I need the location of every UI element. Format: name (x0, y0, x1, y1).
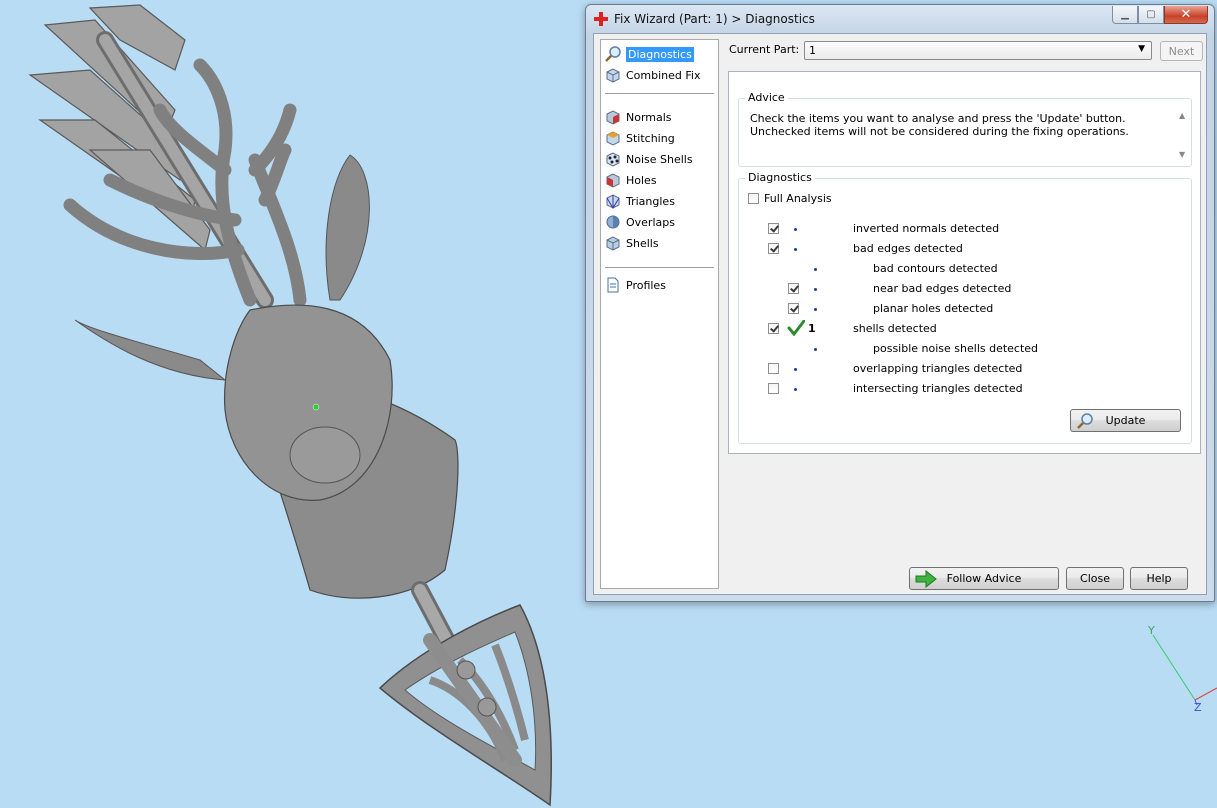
status-dot (814, 348, 817, 351)
arrow-right-icon (915, 570, 937, 588)
status-dot (794, 388, 797, 391)
diag-row-label: intersecting triangles detected (853, 382, 1023, 395)
nav-item-label: Profiles (626, 278, 666, 292)
status-dot (814, 268, 817, 271)
update-label: Update (1105, 414, 1146, 427)
full-analysis-checkbox[interactable] (748, 193, 759, 204)
close-label: Close (1080, 572, 1110, 585)
current-part-select[interactable]: 1 ▼ (804, 41, 1152, 60)
checkmark-ok-icon (787, 320, 805, 336)
next-button[interactable]: Next (1160, 41, 1203, 61)
diagnostics-group: Diagnostics Full Analysis inverted norma… (738, 171, 1192, 444)
nav-item-combined-fix[interactable]: Combined Fix (604, 65, 716, 85)
minimize-button[interactable]: ▁ (1112, 6, 1138, 24)
near-bad-edges-checkbox[interactable] (788, 283, 799, 294)
z-axis-label: Z (1194, 701, 1202, 714)
nav-item-label: Combined Fix (626, 68, 701, 82)
intersecting-triangles-checkbox[interactable] (768, 383, 779, 394)
magnifier-icon (1077, 413, 1093, 429)
update-button[interactable]: Update (1070, 409, 1181, 432)
status-dot (794, 368, 797, 371)
nav-item-label: Triangles (626, 194, 675, 208)
advice-title: Advice (745, 91, 788, 104)
shells-count: 1 (808, 322, 816, 335)
nav-item-diagnostics[interactable]: Diagnostics (604, 44, 716, 64)
minimize-icon: ▁ (1121, 9, 1129, 20)
fix-wizard-window: Fix Wizard (Part: 1) > Diagnostics ▁ ▢ ✕… (585, 4, 1215, 602)
nav-item-label: Holes (626, 173, 657, 187)
diag-row-label: bad contours detected (873, 262, 998, 275)
diag-row-label: overlapping triangles detected (853, 362, 1023, 375)
overlapping-triangles-checkbox[interactable] (768, 363, 779, 374)
stitching-cube-icon (604, 129, 622, 147)
overlaps-icon (604, 213, 622, 231)
nav-item-stitching[interactable]: Stitching (604, 128, 716, 148)
nav-item-label: Normals (626, 110, 672, 124)
nav-item-profiles[interactable]: Profiles (604, 275, 716, 295)
triangles-cube-icon (604, 192, 622, 210)
nav-item-label: Overlaps (626, 215, 675, 229)
diag-row-label: near bad edges detected (873, 282, 1012, 295)
holes-cube-icon (604, 171, 622, 189)
nav-divider (605, 267, 714, 268)
follow-advice-label: Follow Advice (946, 572, 1022, 585)
nav-divider (605, 93, 714, 94)
status-dot (794, 228, 797, 231)
scroll-down-icon: ▼ (1179, 150, 1186, 159)
advice-group: Advice Check the items you want to analy… (738, 91, 1192, 167)
follow-advice-button[interactable]: Follow Advice (909, 567, 1059, 590)
diag-row-label: shells detected (853, 322, 937, 335)
nav-item-normals[interactable]: Normals (604, 107, 716, 127)
inverted-normals-checkbox[interactable] (768, 223, 779, 234)
nav-item-label: Diagnostics (626, 46, 694, 62)
shells-cube-icon (604, 234, 622, 252)
advice-scrollbar[interactable]: ▲ ▼ (1176, 111, 1190, 159)
nav-item-shells[interactable]: Shells (604, 233, 716, 253)
diag-row-label: possible noise shells detected (873, 342, 1039, 355)
help-label: Help (1146, 572, 1172, 585)
diag-row-label: inverted normals detected (853, 222, 1000, 235)
shells-checkbox[interactable] (768, 323, 779, 334)
title-bar[interactable]: Fix Wizard (Part: 1) > Diagnostics ▁ ▢ ✕ (586, 5, 1214, 33)
window-client: Diagnostics Combined Fix Normals Stitchi… (593, 33, 1207, 595)
nav-item-noise-shells[interactable]: Noise Shells (604, 149, 716, 169)
nav-item-triangles[interactable]: Triangles (604, 191, 716, 211)
bad-edges-checkbox[interactable] (768, 243, 779, 254)
nav-item-label: Noise Shells (626, 152, 693, 166)
close-button[interactable]: Close (1066, 567, 1124, 590)
diagnostics-title: Diagnostics (745, 171, 815, 184)
full-analysis-label: Full Analysis (764, 192, 832, 205)
status-dot (794, 248, 797, 251)
noise-shells-icon (604, 150, 622, 168)
nav-item-label: Stitching (626, 131, 675, 145)
current-part-label: Current Part: (729, 43, 800, 56)
y-axis-label: Y (1148, 624, 1155, 637)
diag-row-label: planar holes detected (873, 302, 994, 315)
nav-item-label: Shells (626, 236, 659, 250)
normals-cube-icon (604, 108, 622, 126)
maximize-button[interactable]: ▢ (1138, 6, 1164, 24)
magnifier-icon (604, 45, 622, 63)
maximize-icon: ▢ (1146, 9, 1156, 20)
dropdown-arrow-icon: ▼ (1138, 44, 1145, 54)
status-dot (814, 288, 817, 291)
wizard-nav: Diagnostics Combined Fix Normals Stitchi… (600, 39, 719, 589)
red-cross-icon (594, 12, 608, 26)
help-button[interactable]: Help (1130, 567, 1188, 590)
close-window-button[interactable]: ✕ (1164, 6, 1208, 24)
close-icon: ✕ (1180, 7, 1192, 22)
nav-item-overlaps[interactable]: Overlaps (604, 212, 716, 232)
status-dot (814, 308, 817, 311)
window-title: Fix Wizard (Part: 1) > Diagnostics (614, 12, 815, 26)
advice-text: Check the items you want to analyse and … (750, 112, 1129, 138)
planar-holes-checkbox[interactable] (788, 303, 799, 314)
nav-item-holes[interactable]: Holes (604, 170, 716, 190)
scroll-up-icon: ▲ (1179, 111, 1186, 120)
diagnostics-panel: Advice Check the items you want to analy… (728, 71, 1201, 454)
diag-row-label: bad edges detected (853, 242, 963, 255)
current-part-value: 1 (809, 44, 816, 57)
document-icon (604, 276, 622, 294)
cube-icon (604, 66, 622, 84)
